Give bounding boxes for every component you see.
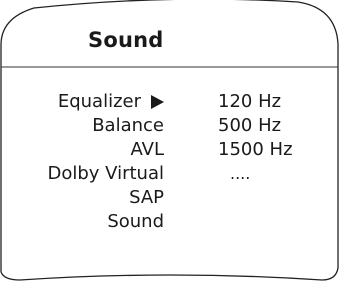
equalizer-band-1500hz[interactable]: 1500 Hz	[218, 138, 293, 162]
more-bands-indicator: ....	[230, 164, 251, 183]
frame-bottom-arc	[19, 274, 323, 281]
equalizer-band-120hz[interactable]: 120 Hz	[218, 90, 293, 114]
menu-item-balance[interactable]: Balance	[48, 114, 164, 138]
triangle-right-icon	[151, 95, 164, 109]
equalizer-submenu: 120 Hz 500 Hz 1500 Hz ....	[218, 90, 293, 186]
menu-item-label: Equalizer	[57, 91, 141, 112]
menu-item-equalizer[interactable]: Equalizer	[48, 90, 164, 114]
equalizer-band-500hz[interactable]: 500 Hz	[218, 114, 293, 138]
menu-item-dolby-virtual[interactable]: Dolby Virtual	[48, 162, 165, 186]
frame-bottom-right-corner	[321, 267, 339, 281]
menu-item-sap[interactable]: SAP	[48, 186, 164, 210]
sound-menu-list: Equalizer Balance AVL Dolby Virtual SAP …	[48, 90, 165, 234]
menu-title: Sound	[88, 28, 164, 52]
frame-bottom-left-corner	[0, 271, 21, 281]
menu-item-sound[interactable]: Sound	[48, 210, 164, 234]
menu-item-avl[interactable]: AVL	[48, 138, 164, 162]
